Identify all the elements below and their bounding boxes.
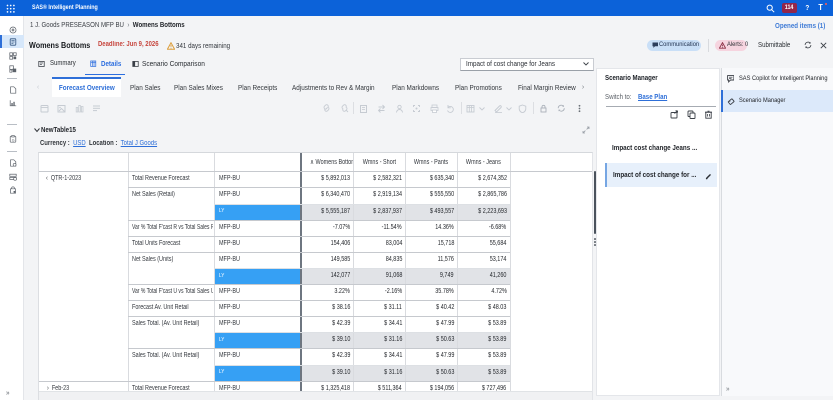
svg-text:G: G xyxy=(11,138,14,142)
